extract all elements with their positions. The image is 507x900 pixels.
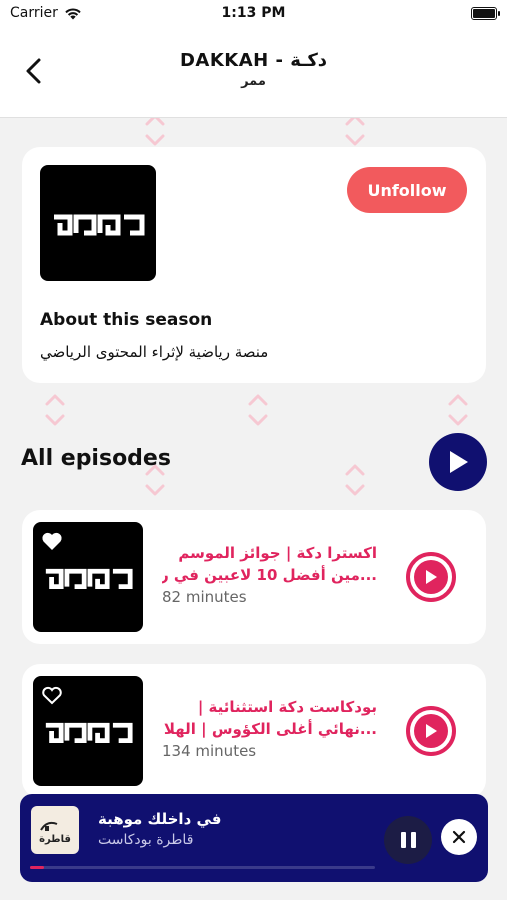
season-card: Unfollow About this season منصة رياضية ل… [22, 147, 486, 383]
episode-title-line2: ...مين أفضل 10 لاعبين في ر [162, 566, 377, 584]
close-player-button[interactable] [441, 819, 477, 855]
episode-play-button[interactable] [406, 552, 456, 602]
battery-icon [471, 7, 500, 20]
about-season-description: منصة رياضية لإثراء المحتوى الرياضي [40, 343, 269, 361]
episode-cover [33, 676, 143, 786]
play-all-button[interactable] [429, 433, 487, 491]
clock: 1:13 PM [221, 5, 286, 21]
dakkah-logo [45, 568, 133, 589]
episode-card[interactable]: بودكاست دكة استثنائية | ...نهائي أغلى ال… [22, 664, 486, 798]
episode-title-line1: اكسترا دكة | جوائز الموسم [178, 544, 377, 562]
mini-player[interactable]: قاطرة في داخلك موهبة قاطرة بودكاست [20, 794, 488, 882]
now-playing-podcast: قاطرة بودكاست [98, 832, 194, 848]
play-icon [450, 451, 468, 473]
play-icon [426, 570, 437, 584]
now-playing-title: في داخلك موهبة [98, 810, 222, 828]
heart-outline-icon[interactable] [40, 683, 64, 707]
dakkah-logo [54, 214, 145, 236]
podcast-cover [40, 165, 156, 281]
episode-duration: 134 minutes [162, 742, 257, 760]
play-icon [426, 724, 437, 738]
dakkah-logo [45, 722, 133, 743]
playback-progress[interactable] [30, 866, 375, 869]
episode-duration: 82 minutes [162, 588, 247, 606]
unfollow-button[interactable]: Unfollow [347, 167, 467, 213]
episode-card[interactable]: اكسترا دكة | جوائز الموسم ...مين أفضل 10… [22, 510, 486, 644]
heart-filled-icon[interactable] [40, 529, 64, 553]
podcast-title: DAKKAH - دكـة [179, 50, 328, 71]
playback-progress-fill [30, 866, 44, 869]
about-season-heading: About this season [40, 310, 213, 330]
all-episodes-heading: All episodes [21, 446, 171, 471]
episode-title-line2: ...نهائي أغلى الكؤوس | الهلا [163, 720, 377, 738]
artwork-text: قاطرة [39, 834, 71, 845]
pause-icon [400, 832, 416, 848]
navigation-bar: DAKKAH - دكـة ممر [0, 28, 507, 118]
close-icon [452, 830, 466, 844]
pause-button[interactable] [384, 816, 432, 864]
episode-cover [33, 522, 143, 632]
status-bar: Carrier 1:13 PM [0, 0, 507, 28]
podcast-network: ممر [241, 74, 266, 89]
episode-title-line1: بودكاست دكة استثنائية | [197, 698, 377, 716]
episode-play-button[interactable] [406, 706, 456, 756]
now-playing-artwork: قاطرة [31, 806, 79, 854]
